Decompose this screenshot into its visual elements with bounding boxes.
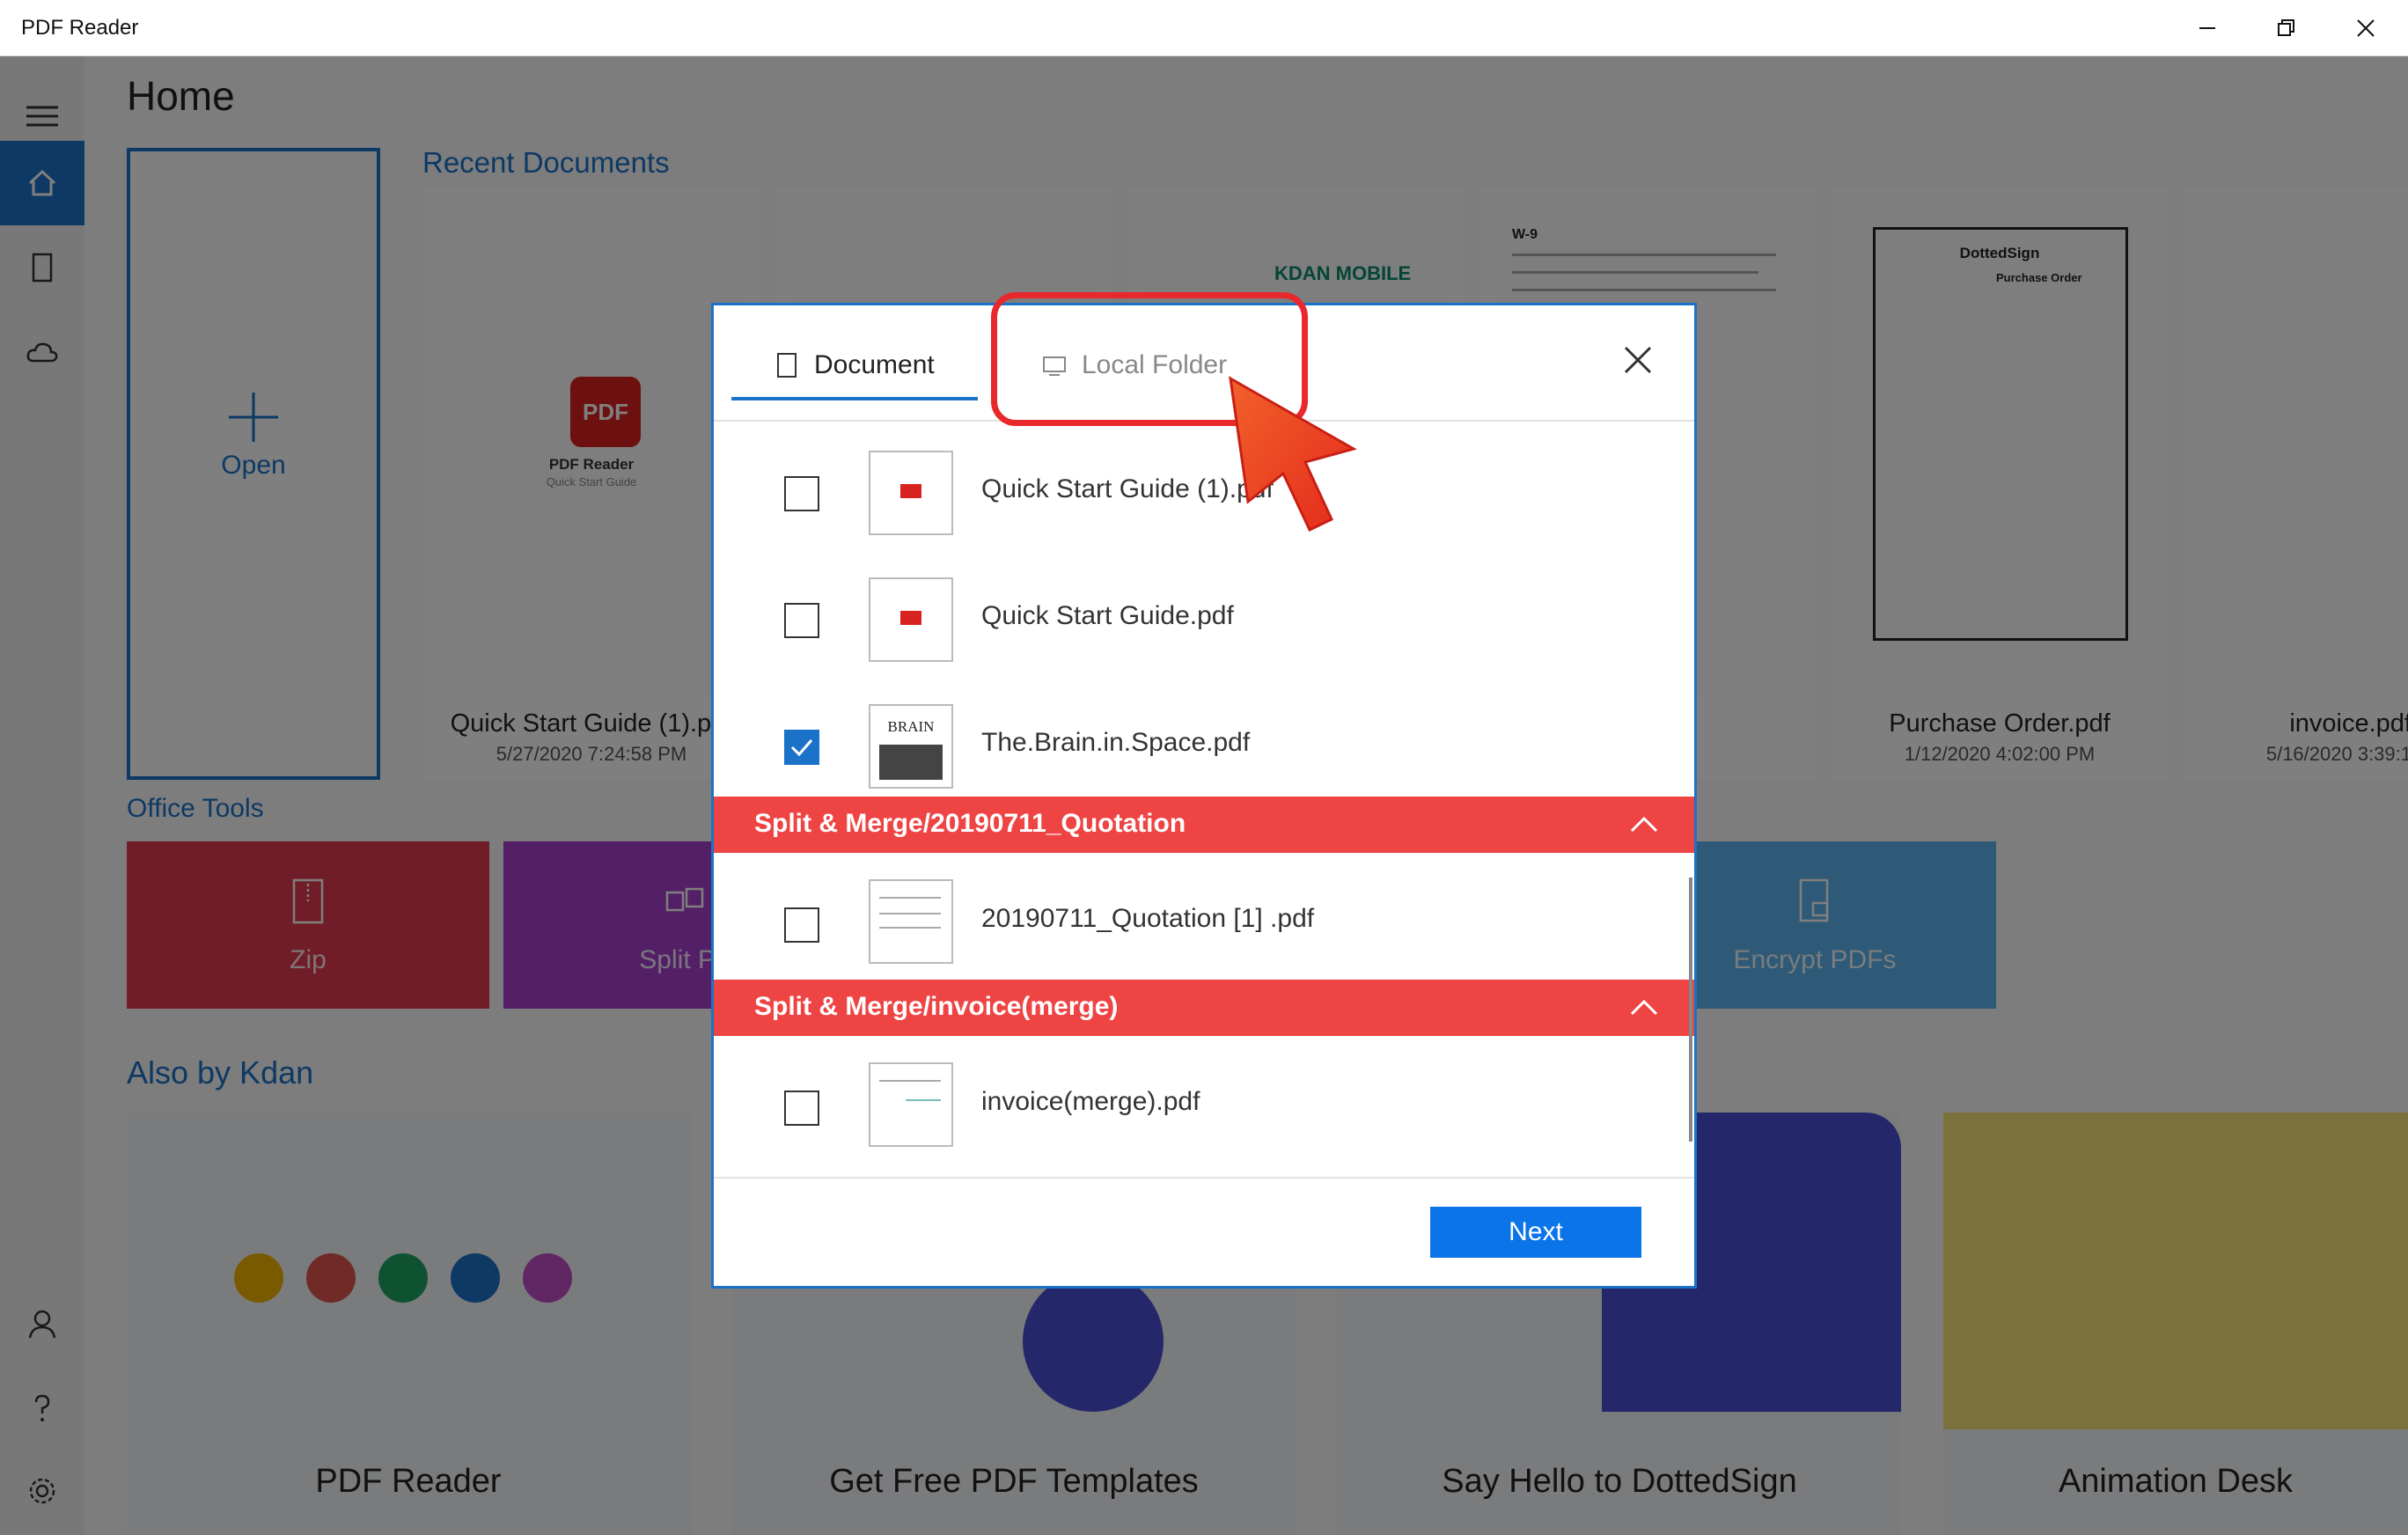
file-name: invoice(merge).pdf <box>981 1087 1200 1116</box>
file-list-item[interactable]: invoice(merge).pdf <box>714 1036 1682 1150</box>
file-thumbnail <box>869 1062 953 1147</box>
pointer-cursor-icon <box>1229 376 1357 532</box>
document-icon <box>777 353 797 378</box>
file-list-item[interactable]: 20190711_Quotation [1] .pdf <box>714 853 1682 967</box>
folder-group-header[interactable]: Split & Merge/invoice(merge) <box>714 980 1694 1036</box>
app-title: PDF Reader <box>21 16 139 40</box>
file-checkbox[interactable] <box>784 476 819 511</box>
chevron-up-icon <box>1630 816 1658 833</box>
group-title: Split & Merge/invoice(merge) <box>754 992 1119 1021</box>
group-title: Split & Merge/20190711_Quotation <box>754 809 1186 838</box>
restore-icon <box>2278 19 2294 36</box>
file-name: The.Brain.in.Space.pdf <box>981 728 1251 757</box>
title-bar: PDF Reader <box>0 0 2408 56</box>
folder-group-header[interactable]: Split & Merge/20190711_Quotation <box>714 797 1694 853</box>
restore-button[interactable] <box>2246 0 2327 56</box>
tab-label: Document <box>814 350 935 379</box>
minimize-icon <box>2199 27 2215 29</box>
close-window-button[interactable] <box>2325 0 2406 56</box>
file-checkbox[interactable] <box>784 907 819 943</box>
checkmark-icon <box>790 739 813 757</box>
close-icon <box>2357 19 2375 37</box>
file-checkbox[interactable] <box>784 730 819 765</box>
file-thumbnail <box>869 879 953 964</box>
file-name: 20190711_Quotation [1] .pdf <box>981 904 1315 933</box>
dialog-scrollbar[interactable] <box>1689 878 1692 1142</box>
dialog-close-button[interactable] <box>1620 342 1656 378</box>
tab-active-indicator <box>731 397 978 400</box>
tab-document[interactable]: Document <box>775 341 935 390</box>
next-button[interactable]: Next <box>1430 1207 1641 1258</box>
file-list-item[interactable]: Quick Start Guide (1).pdf <box>714 436 1682 550</box>
file-thumbnail: BRAIN <box>869 704 953 789</box>
file-thumbnail <box>869 577 953 662</box>
dialog-footer-divider <box>714 1177 1694 1179</box>
file-checkbox[interactable] <box>784 1091 819 1126</box>
file-name: Quick Start Guide.pdf <box>981 601 1234 630</box>
file-list-item[interactable]: Quick Start Guide.pdf <box>714 562 1682 677</box>
file-list-item[interactable]: BRAIN The.Brain.in.Space.pdf <box>714 689 1682 804</box>
thumb-title: BRAIN <box>887 718 935 735</box>
minimize-button[interactable] <box>2167 0 2248 56</box>
select-file-dialog: Document Local Folder Quick Start Guide … <box>711 303 1697 1289</box>
chevron-up-icon <box>1630 999 1658 1016</box>
file-thumbnail <box>869 451 953 535</box>
file-checkbox[interactable] <box>784 603 819 638</box>
